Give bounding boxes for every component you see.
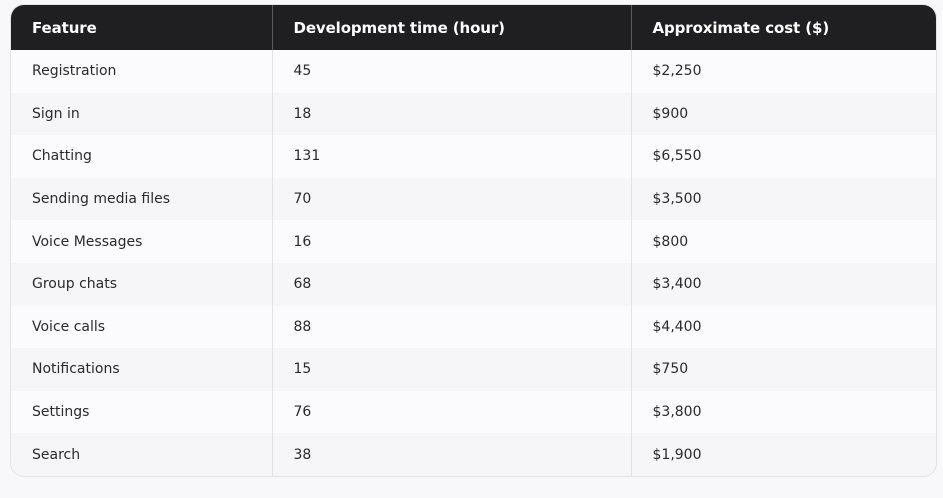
- cell-cost: $3,500: [652, 191, 702, 208]
- header-development-time: Development time (hour): [272, 5, 632, 50]
- cell-feature: Voice calls: [11, 305, 273, 349]
- cell-cost: $2,250: [652, 63, 702, 80]
- cell-hours: 131: [272, 135, 632, 178]
- table-row: Chatting 131 $6,550: [11, 135, 936, 178]
- cell-cost: $3,800: [652, 404, 702, 421]
- cell-feature: Search: [11, 433, 273, 476]
- table-body: Registration 45 $2,250 Sign in 18 $900 C…: [11, 50, 936, 476]
- table-row: Sign in 18 $900: [11, 92, 936, 136]
- header-row: Feature Development time (hour) Approxim…: [11, 5, 936, 50]
- cell-feature: Sign in: [11, 92, 273, 136]
- cell-cost: $4,400: [652, 318, 702, 335]
- header-approximate-cost: Approximate cost ($): [652, 18, 830, 37]
- feature-cost-table: Feature Development time (hour) Approxim…: [11, 5, 936, 476]
- cell-hours: 70: [272, 177, 632, 221]
- cell-cost: $800: [652, 233, 689, 250]
- table-row: Voice Messages 16 $800: [11, 220, 936, 263]
- table-row: Notifications 15 $750: [11, 348, 936, 391]
- cell-hours: 45: [272, 50, 632, 93]
- cell-hours: 15: [272, 348, 632, 391]
- cell-cost: $900: [652, 105, 689, 122]
- cell-hours: 68: [272, 262, 632, 306]
- cell-hours: 18: [272, 92, 632, 136]
- cell-hours: 88: [272, 305, 632, 349]
- header-feature: Feature: [11, 5, 273, 50]
- cell-feature: Voice Messages: [11, 220, 273, 263]
- cell-feature: Group chats: [11, 262, 273, 306]
- cell-cost: $750: [652, 361, 689, 378]
- table-row: Search 38 $1,900: [11, 433, 936, 476]
- cell-cost: $3,400: [652, 276, 702, 293]
- cell-hours: 76: [272, 390, 632, 434]
- cell-hours: 16: [272, 220, 632, 263]
- cell-feature: Notifications: [11, 348, 273, 391]
- table-row: Settings 76 $3,800: [11, 390, 936, 434]
- feature-cost-table-container: Feature Development time (hour) Approxim…: [10, 4, 937, 477]
- cell-feature: Settings: [11, 390, 273, 434]
- cell-hours: 38: [272, 433, 632, 476]
- cell-cost: $6,550: [652, 148, 702, 165]
- cell-cost: $1,900: [652, 446, 702, 463]
- cell-feature: Registration: [11, 50, 273, 93]
- table-row: Registration 45 $2,250: [11, 50, 936, 93]
- table-header: Feature Development time (hour) Approxim…: [11, 5, 936, 50]
- table-row: Sending media files 70 $3,500: [11, 177, 936, 221]
- cell-feature: Chatting: [11, 135, 273, 178]
- table-row: Group chats 68 $3,400: [11, 262, 936, 306]
- cell-feature: Sending media files: [11, 177, 273, 221]
- table-row: Voice calls 88 $4,400: [11, 305, 936, 349]
